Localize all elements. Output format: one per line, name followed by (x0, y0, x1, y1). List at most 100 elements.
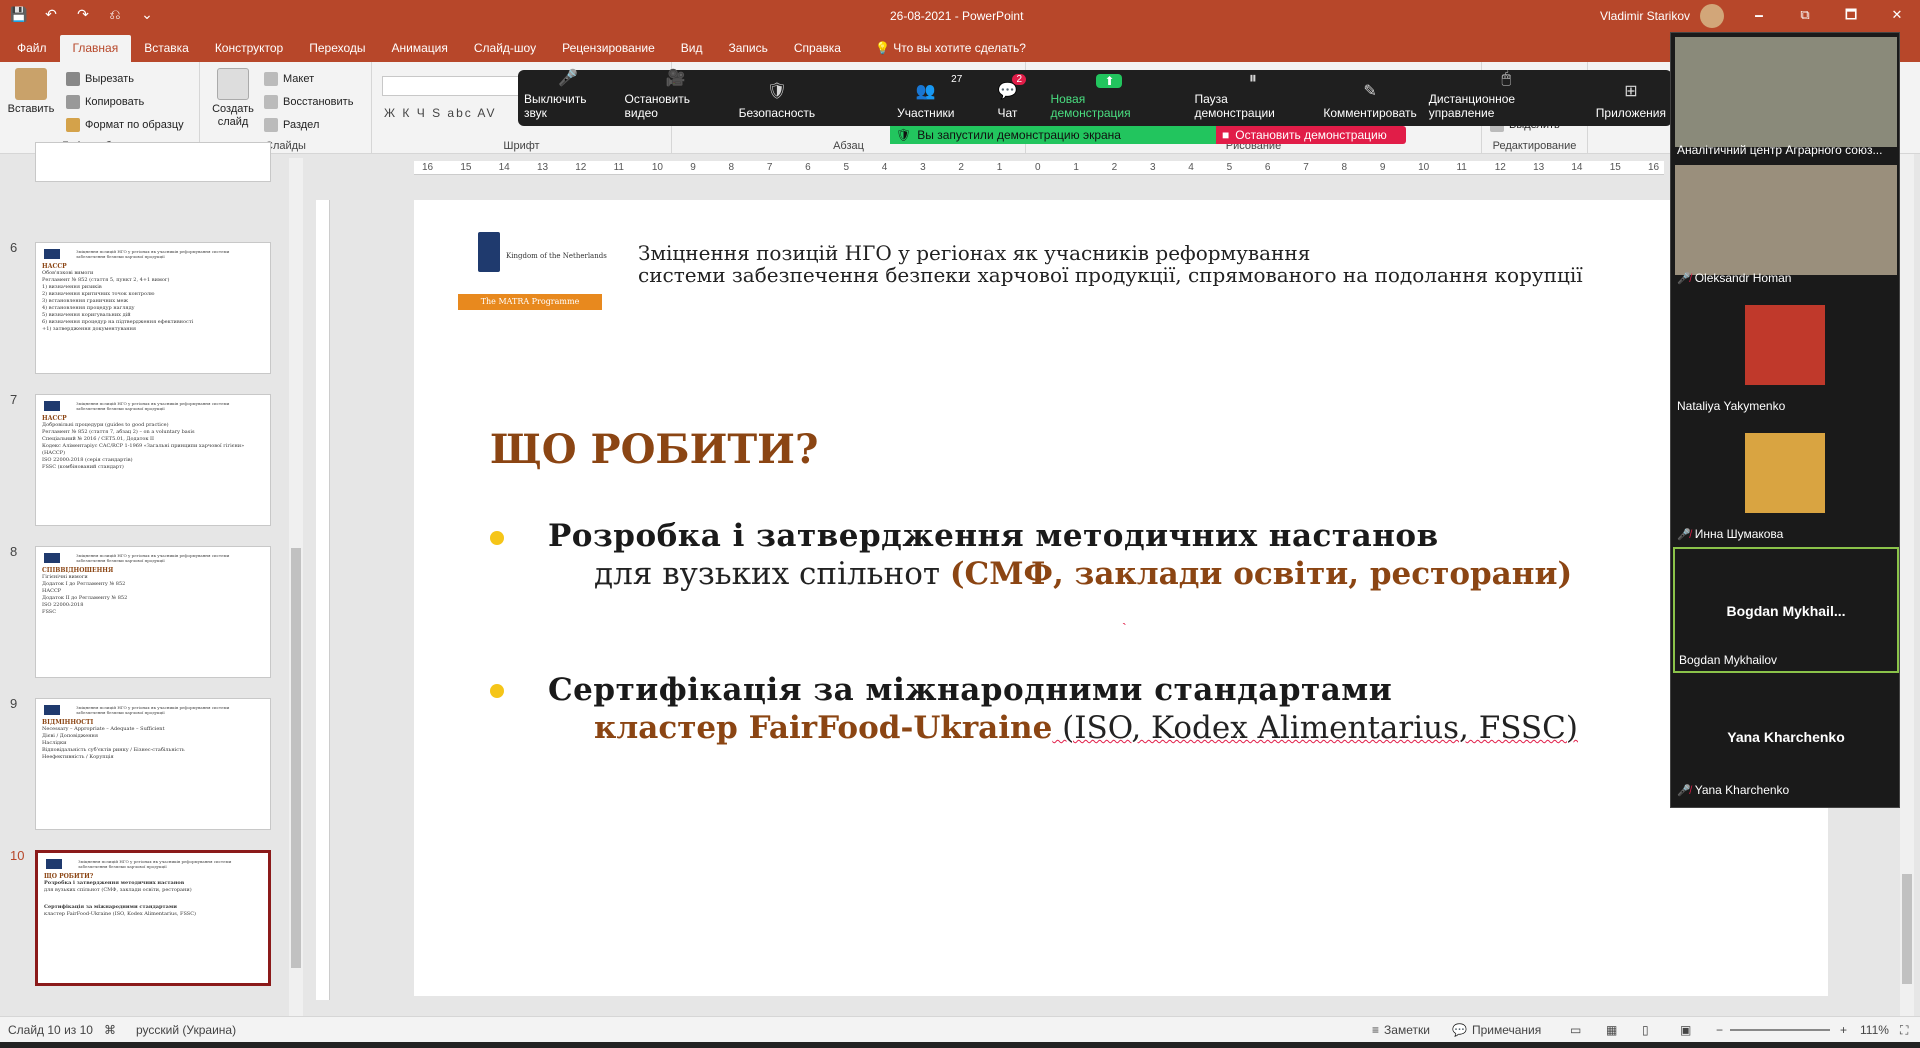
slideshow-icon[interactable]: ▣ (1680, 1023, 1691, 1037)
layout-button[interactable]: Макет (264, 72, 314, 86)
mute-button[interactable]: 🎤 Выключить звук (518, 70, 619, 126)
scrollbar-thumb[interactable] (291, 548, 301, 968)
bullet-dot (490, 684, 504, 698)
user-name[interactable]: Vladimir Starikov (1600, 9, 1690, 23)
zoom-in-icon[interactable]: + (1840, 1023, 1847, 1037)
tab-insert[interactable]: Вставка (131, 35, 202, 62)
participant-name: Nataliya Yakymenko (1677, 399, 1785, 413)
current-slide[interactable]: Kingdom of the Netherlands The MATRA Pro… (414, 200, 1828, 996)
tab-design[interactable]: Конструктор (202, 35, 296, 62)
font-name-field[interactable] (382, 76, 522, 96)
tab-transitions[interactable]: Переходы (296, 35, 378, 62)
thumb-line: для вузьких спільнот (СМФ, заклади освіт… (44, 887, 192, 893)
security-button[interactable]: 🛡 Безопасность (733, 70, 822, 126)
zoom-out-icon[interactable]: − (1716, 1023, 1723, 1037)
editor-scrollbar[interactable] (1900, 154, 1914, 1016)
bullet-1-heading[interactable]: Розробка і затвердження методичних наста… (548, 518, 1439, 554)
ruler-tick-label: 15 (460, 162, 472, 173)
tab-home[interactable]: Главная (59, 35, 132, 62)
from-beginning-icon[interactable]: ⎌ (104, 6, 126, 23)
accessibility-icon[interactable]: ⌘ (104, 1023, 116, 1037)
normal-view-icon[interactable]: ▭ (1570, 1023, 1581, 1037)
slide-thumbnail-7[interactable]: Зміцнення позицій НГО у регіонах як учас… (35, 394, 271, 526)
participant-tile[interactable]: Bogdan Mykhail... Bogdan Mykhailov (1673, 547, 1899, 673)
new-share-button[interactable]: ⬆ Новая демонстрация (1044, 70, 1174, 126)
maximize-icon[interactable]: 🗖 (1828, 0, 1874, 32)
apps-button[interactable]: ⊞ Приложения (1590, 70, 1672, 126)
minimize-icon[interactable]: ⧉ (1782, 0, 1828, 32)
bullet-2-detail[interactable]: кластер FairFood-Ukraine (ISO, Kodex Ali… (594, 710, 1578, 746)
tab-help[interactable]: Справка (781, 35, 854, 62)
save-icon[interactable]: 💾 (8, 6, 30, 23)
language-indicator[interactable]: русский (Украина) (136, 1023, 236, 1037)
horizontal-ruler: 16 15 14 13 12 11 10 9 8 7 6 5 4 3 2 1 0 1 2 3 4 5 6 7 8 9 10 11 12 1… (414, 161, 1664, 175)
ruler-tick-label: 2 (958, 162, 964, 173)
redo-icon[interactable]: ↷ (72, 6, 94, 23)
paste-button[interactable]: Вставить (6, 68, 56, 116)
tab-review[interactable]: Рецензирование (549, 35, 668, 62)
avatar[interactable] (1700, 4, 1724, 28)
bullet-1-detail[interactable]: для вузьких спільнот (СМФ, заклади освіт… (594, 556, 1572, 592)
tab-record[interactable]: Запись (715, 35, 780, 62)
thumb-title: ВІДМІННОСТІ (42, 719, 94, 726)
close-icon[interactable]: ✕ (1874, 0, 1920, 32)
chat-button[interactable]: 2 💬 Чат (990, 70, 1027, 126)
reading-view-icon[interactable]: ▯ (1642, 1023, 1649, 1037)
font-format-buttons[interactable]: Ж К Ч S abc AV (384, 106, 497, 120)
layout-label: Макет (283, 73, 315, 85)
slide-number: 7 (10, 392, 18, 407)
slide-sorter-icon[interactable]: ▦ (1606, 1023, 1617, 1037)
ribbon-display-icon[interactable]: 🗕 (1736, 0, 1782, 32)
comment-icon: 💬 (1452, 1023, 1467, 1037)
participant-tile[interactable]: 🎤̸ Oleksandr Homan (1673, 163, 1899, 289)
tell-me-label: Что вы хотите сделать? (893, 41, 1026, 55)
tab-file[interactable]: Файл (4, 35, 60, 62)
thumb-line: 3) встановлення граничних меж (42, 298, 129, 304)
bullet-2-heading[interactable]: Сертифікація за міжнародними стандартами (548, 672, 1392, 708)
thumb-line: Наслідки (42, 740, 67, 746)
tab-slideshow[interactable]: Слайд-шоу (461, 35, 549, 62)
tab-view[interactable]: Вид (668, 35, 716, 62)
thumb-line: ISO 22000:2018 (серія стандартів) (42, 457, 133, 463)
annotate-button[interactable]: ✎ Комментировать (1317, 70, 1422, 126)
slide-thumbnail-6[interactable]: Зміцнення позицій НГО у регіонах як учас… (35, 242, 271, 374)
participants-button[interactable]: 27 👥 Участники (891, 70, 962, 126)
remote-control-button[interactable]: 🖱 Дистанционное управление (1423, 70, 1590, 126)
customize-qat-icon[interactable]: ⌄ (136, 6, 158, 23)
cut-button[interactable]: Вырезать (66, 72, 134, 86)
copy-button[interactable]: Копировать (66, 95, 144, 109)
thumb-line: Додаток II до Регламенту № 852 (42, 595, 128, 601)
stop-share-button[interactable]: ■ Остановить демонстрацию (1216, 126, 1406, 144)
participant-tile[interactable]: Аналітичний центр Аграрного союз... (1673, 35, 1899, 161)
new-slide-button[interactable]: Создать слайд (208, 68, 258, 129)
slide-thumbnail-10[interactable]: Зміцнення позицій НГО у регіонах як учас… (35, 850, 271, 986)
slide-thumbnail-5-partial[interactable] (35, 142, 271, 182)
participant-tile[interactable]: Yana Kharchenko 🎤̸ Yana Kharchenko (1673, 675, 1899, 801)
participant-tile[interactable]: 🎤̸ Инна Шумакова (1673, 419, 1899, 545)
stop-video-button[interactable]: 🎥 Остановить видео (619, 70, 733, 126)
participant-tile[interactable]: Nataliya Yakymenko (1673, 291, 1899, 417)
editor-scrollbar-thumb[interactable] (1902, 874, 1912, 984)
reset-button[interactable]: Восстановить (264, 95, 353, 109)
slide-title[interactable]: ЩО РОБИТИ? (490, 426, 818, 473)
thumb-header: Зміцнення позицій НГО у регіонах як учас… (76, 705, 230, 715)
slide-thumbnail-9[interactable]: Зміцнення позицій НГО у регіонах як учас… (35, 698, 271, 830)
reset-icon (264, 95, 278, 109)
undo-icon[interactable]: ↶ (40, 6, 62, 23)
format-painter-button[interactable]: Формат по образцу (66, 118, 184, 132)
slide-thumbnail-8[interactable]: Зміцнення позицій НГО у регіонах як учас… (35, 546, 271, 678)
zoom-level[interactable]: 111% (1860, 1023, 1889, 1037)
fit-slide-icon[interactable]: ⛶ (1900, 1023, 1908, 1038)
bullet-1-plain: для вузьких спільнот (594, 556, 950, 592)
section-button[interactable]: Раздел (264, 118, 319, 132)
zoom-slider[interactable] (1730, 1029, 1830, 1031)
pause-share-button[interactable]: ⏸ Пауза демонстрации (1189, 70, 1318, 126)
comments-button[interactable]: 💬 Примечания (1452, 1023, 1541, 1037)
thumbnails-scrollbar[interactable] (289, 158, 303, 1016)
slide-header[interactable]: Зміцнення позицій НГО у регіонах як учас… (638, 242, 1583, 286)
bullet-dot (490, 531, 504, 545)
tell-me-search[interactable]: 💡 Что вы хотите сделать? (862, 35, 1039, 62)
tab-animations[interactable]: Анимация (379, 35, 461, 62)
notes-button[interactable]: ≡ Заметки (1372, 1023, 1430, 1037)
thumb-line: НАССР (42, 588, 62, 594)
